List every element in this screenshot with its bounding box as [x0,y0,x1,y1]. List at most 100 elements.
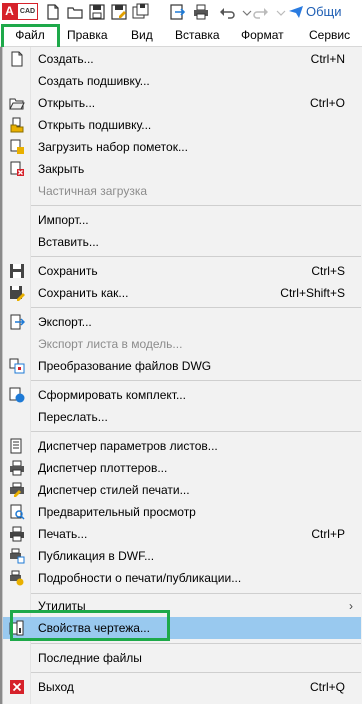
open-folder-icon[interactable] [66,3,84,21]
menu-separator [31,672,361,673]
menu-item-save-as[interactable]: Сохранить как... Ctrl+Shift+S [3,282,361,304]
menu-separator [31,256,361,257]
open-sheetset-icon [9,117,25,133]
menu-item-plot-style-manager[interactable]: Диспетчер стилей печати... [3,479,361,501]
menu-item-preview[interactable]: Предварительный просмотр [3,501,361,523]
menu-item-utilities[interactable]: Утилиты › [3,595,361,617]
menu-item-shortcut: Ctrl+S [311,264,345,278]
menu-item-attach[interactable]: Вставить... [3,231,361,253]
menu-item-label: Последние файлы [38,651,142,665]
menu-item-new-sheetset[interactable]: Создать подшивку... [3,70,361,92]
exit-icon [9,679,25,695]
menu-item-plot-details[interactable]: Подробности о печати/публикации... [3,567,361,589]
menu-item-label: Экспорт листа в модель... [38,337,183,351]
menu-item-close[interactable]: Закрыть [3,158,361,180]
save-icon[interactable] [88,3,106,21]
menu-item-label: Переслать... [38,410,108,424]
print-icon [9,526,25,542]
menu-item-label: Импорт... [38,213,89,227]
menu-item-open[interactable]: Открыть... Ctrl+O [3,92,361,114]
menu-item-label: Открыть подшивку... [38,118,152,132]
menu-item-label: Публикация в DWF... [38,549,155,563]
menu-item-page-setup[interactable]: Диспетчер параметров листов... [3,435,361,457]
new-file-icon[interactable] [44,3,62,21]
plot-details-icon [9,570,25,586]
menu-item-shortcut: Ctrl+Shift+S [280,286,345,300]
menu-item-shortcut: Ctrl+N [310,52,345,66]
menu-item-label: Диспетчер плоттеров... [38,461,168,475]
menu-item-label: Частичная загрузка [38,184,148,198]
menu-item-label: Открыть... [38,96,96,110]
menu-item-label: Сохранить как... [38,286,129,300]
menu-item-label: Создать... [38,52,94,66]
plot-style-icon [9,482,25,498]
menu-item-partial-load[interactable]: Частичная загрузка [3,180,361,202]
menu-separator [31,380,361,381]
save-icon [9,263,25,279]
export-icon[interactable] [168,3,186,21]
app-logo[interactable]: A CAD [2,3,38,20]
menu-item-label: Закрыть [38,162,85,176]
menu-item-label: Диспетчер стилей печати... [38,483,190,497]
menu-item-print[interactable]: Печать... Ctrl+P [3,523,361,545]
quick-access-toolbar: A CAD Общи [0,0,362,24]
open-folder-icon [9,95,25,111]
save-as-icon[interactable] [110,3,128,21]
menu-item-shortcut: Ctrl+P [311,527,345,541]
menu-separator [31,205,361,206]
menu-view[interactable]: Вид [131,24,153,46]
menu-item-new[interactable]: Создать... Ctrl+N [3,48,361,70]
share-label[interactable]: Общи [306,4,342,19]
close-file-icon [9,161,25,177]
redo-icon[interactable] [252,3,270,21]
menu-item-export[interactable]: Экспорт... [3,311,361,333]
save-all-icon[interactable] [132,3,150,21]
new-file-icon [9,51,25,67]
menu-item-label: Выход [38,680,74,694]
preview-icon [9,504,25,520]
menu-item-export-layout[interactable]: Экспорт листа в модель... [3,333,361,355]
menu-bar: Файл Правка Вид Вставка Формат Сервис [0,24,362,47]
menu-separator [31,307,361,308]
menu-item-publish-dwf[interactable]: Публикация в DWF... [3,545,361,567]
menu-item-label: Экспорт... [38,315,92,329]
menu-item-save[interactable]: Сохранить Ctrl+S [3,260,361,282]
menu-item-shortcut: Ctrl+Q [309,680,345,694]
menu-item-exit[interactable]: Выход Ctrl+Q [3,676,361,698]
menu-item-label: Вставить... [38,235,99,249]
menu-item-drawing-properties[interactable]: Свойства чертежа... [3,617,361,639]
menu-separator [31,431,361,432]
menu-item-label: Предварительный просмотр [38,505,196,519]
save-as-icon [9,285,25,301]
menu-insert[interactable]: Вставка [175,24,220,46]
menu-item-label: Преобразование файлов DWG [38,359,212,373]
menu-item-open-sheetset[interactable]: Открыть подшивку... [3,114,361,136]
drawing-properties-icon [9,620,25,636]
menu-item-label: Сохранить [38,264,98,278]
menu-edit[interactable]: Правка [67,24,108,46]
menu-separator [31,643,361,644]
menu-item-load-markup[interactable]: Загрузить набор пометок... [3,136,361,158]
menu-item-label: Утилиты [38,599,86,613]
menu-item-send[interactable]: Переслать... [3,406,361,428]
etransmit-icon [9,387,25,403]
menu-item-label: Сформировать комплект... [38,388,186,402]
print-icon[interactable] [192,3,210,21]
menu-tools[interactable]: Сервис [309,24,350,46]
undo-icon[interactable] [218,3,236,21]
markup-icon [9,139,25,155]
page-setup-icon [9,438,25,454]
menu-item-etransmit[interactable]: Сформировать комплект... [3,384,361,406]
logo-letter: A [2,3,17,20]
menu-item-import[interactable]: Импорт... [3,209,361,231]
plotter-icon [9,460,25,476]
share-icon[interactable] [288,5,304,19]
menu-item-label: Печать... [38,527,88,541]
menu-item-dwg-convert[interactable]: Преобразование файлов DWG [3,355,361,377]
menu-item-recent-files[interactable]: Последние файлы [3,647,361,669]
menu-item-plotter-manager[interactable]: Диспетчер плоттеров... [3,457,361,479]
export-icon [9,314,25,330]
menu-file[interactable]: Файл [2,24,58,46]
menu-format[interactable]: Формат [241,24,284,46]
logo-text: CAD [17,3,38,20]
